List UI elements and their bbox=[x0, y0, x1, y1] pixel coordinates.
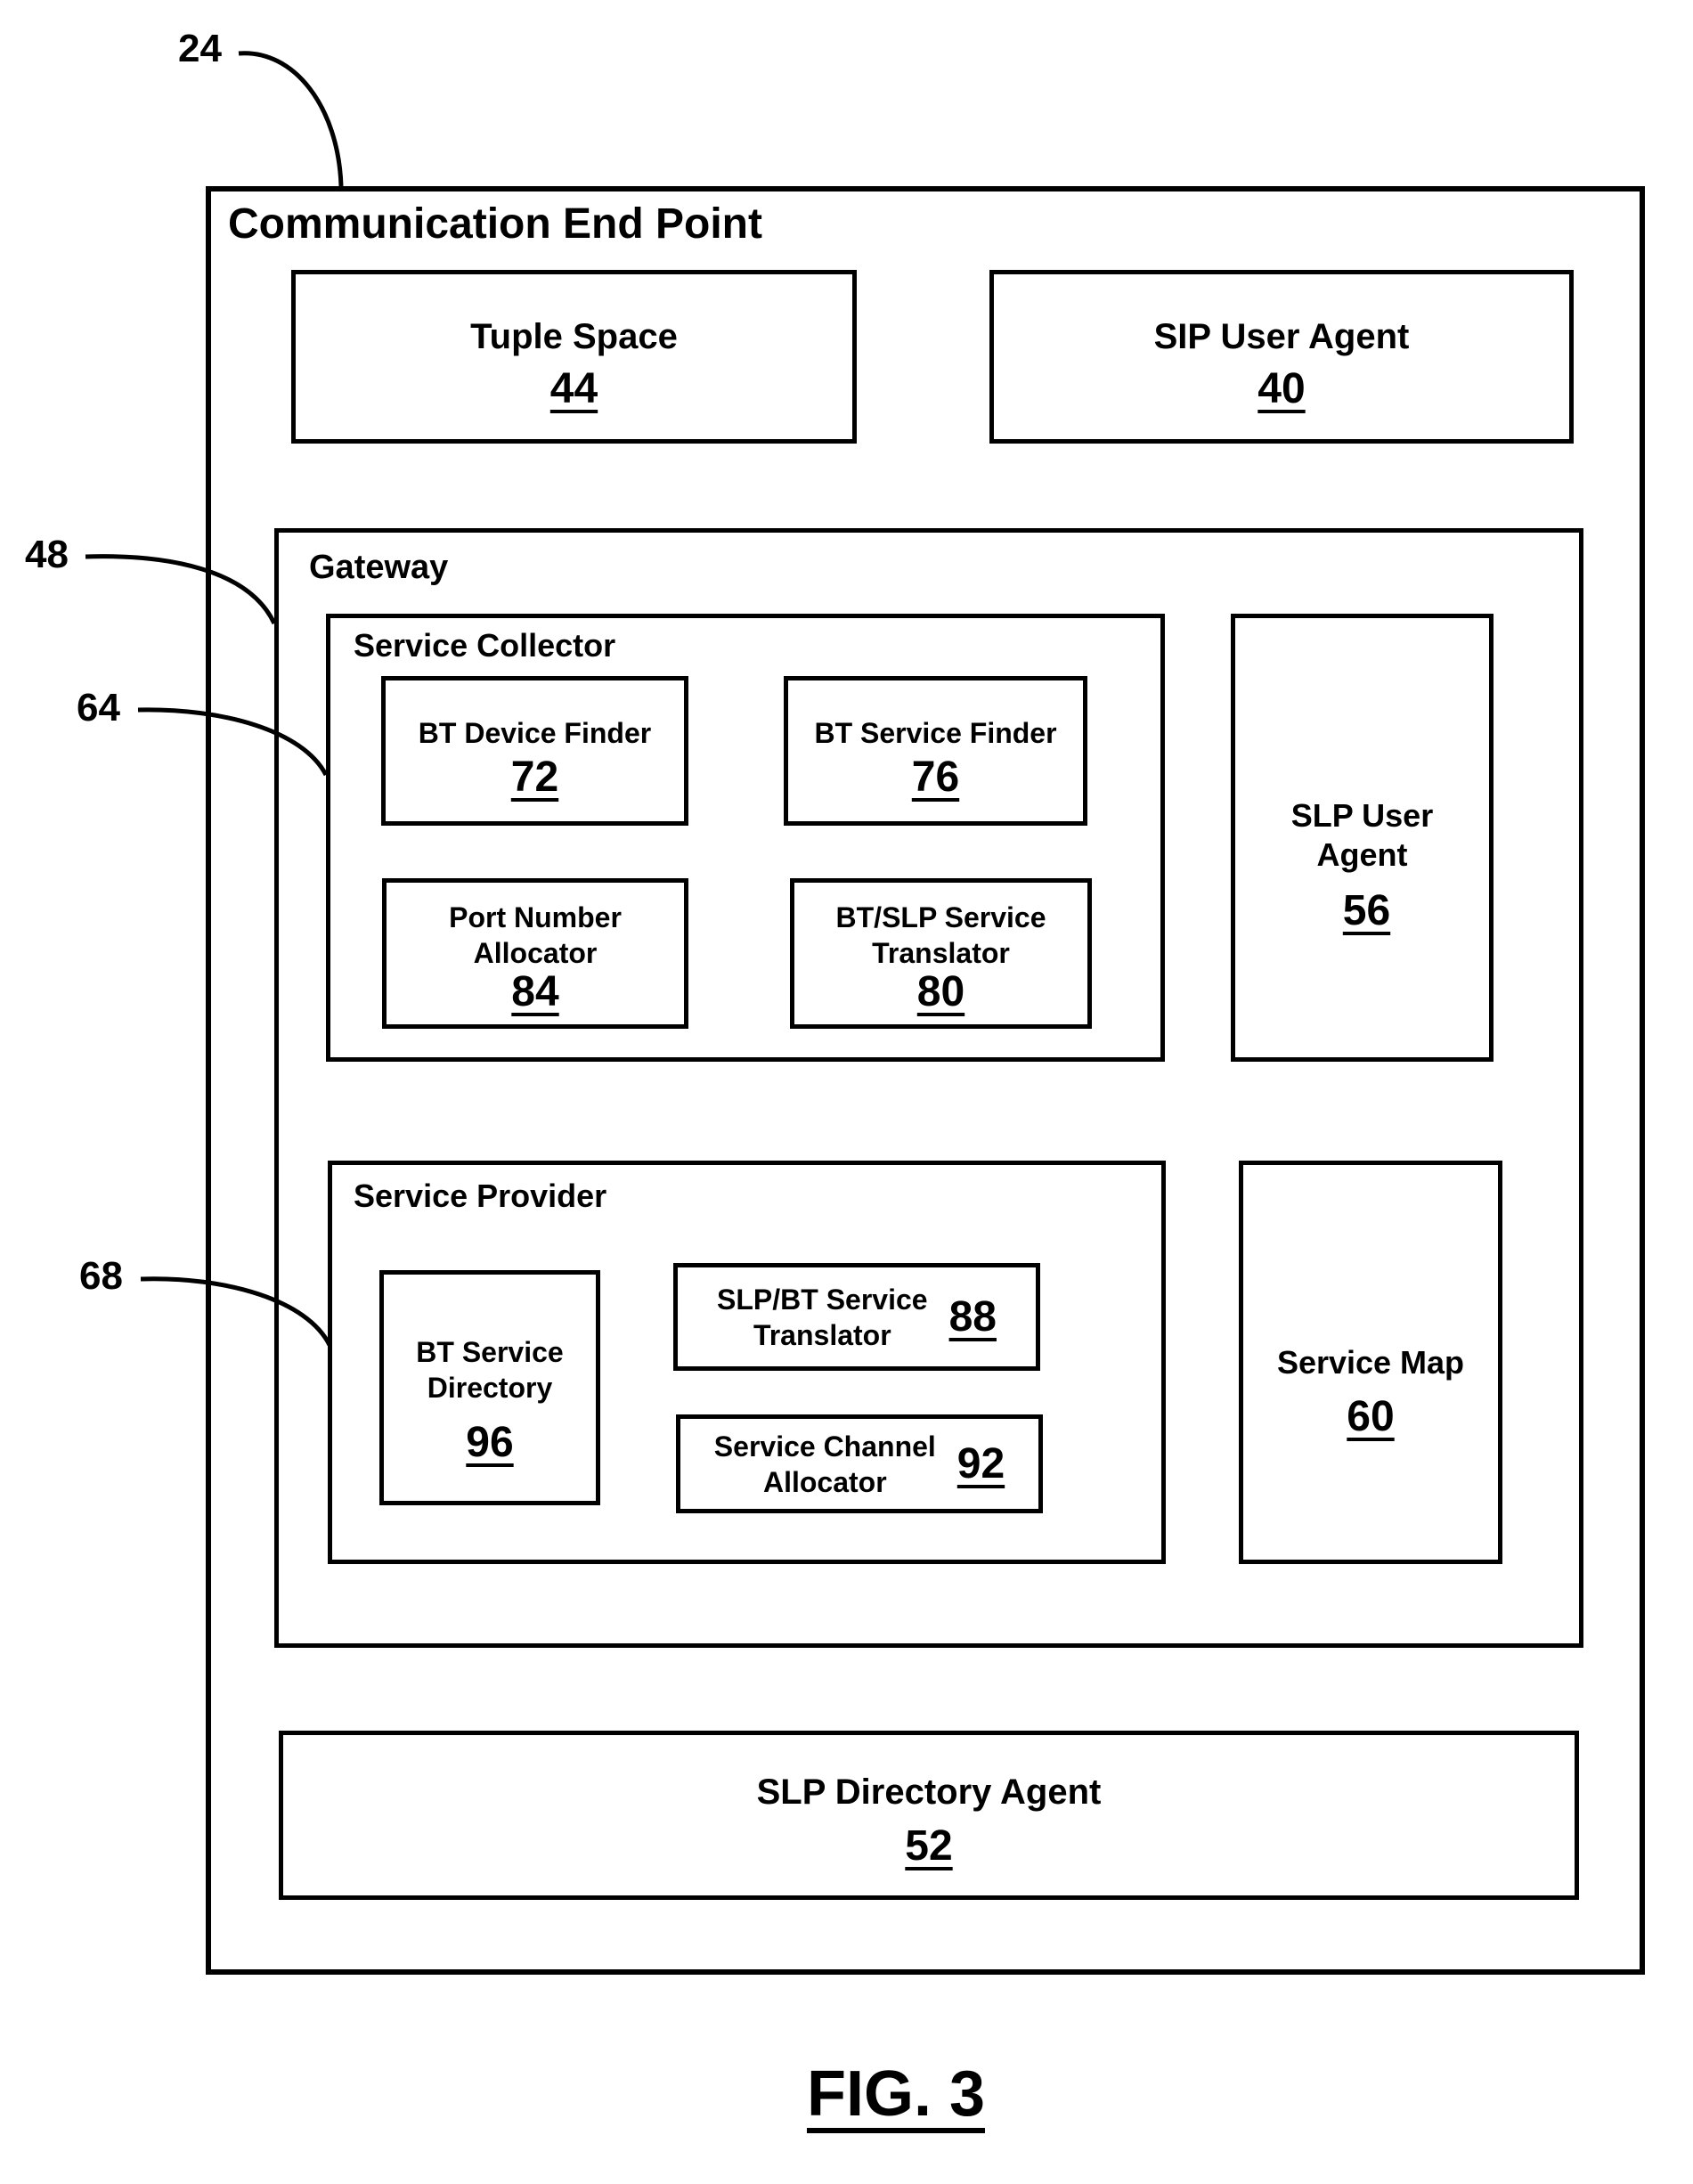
port-number-allocator-line1: Port Number bbox=[449, 901, 622, 933]
slp-bt-translator-box: SLP/BT Service Translator 88 bbox=[673, 1263, 1040, 1371]
service-channel-allocator-line2: Allocator bbox=[762, 1465, 887, 1498]
service-map-ref: 60 bbox=[1347, 1393, 1395, 1440]
bt-slp-translator-line2: Translator bbox=[872, 937, 1010, 969]
service-map-label: Service Map bbox=[1276, 1344, 1465, 1381]
bt-device-finder-ref: 72 bbox=[510, 754, 559, 801]
slp-bt-translator-line2: Translator bbox=[753, 1318, 891, 1351]
slp-user-agent-line1: SLP User bbox=[1290, 797, 1434, 834]
tuple-space-box: Tuple Space 44 bbox=[291, 270, 857, 444]
bt-device-finder-label: BT Device Finder bbox=[418, 717, 652, 749]
bt-service-directory-line2: Directory bbox=[427, 1372, 553, 1404]
bt-service-directory-ref: 96 bbox=[466, 1419, 514, 1466]
slp-bt-translator-line1: SLP/BT Service bbox=[717, 1283, 928, 1316]
bt-service-finder-ref: 76 bbox=[911, 754, 960, 801]
bt-slp-translator-ref: 80 bbox=[916, 968, 965, 1015]
figure-caption: FIG. 3 bbox=[806, 2058, 986, 2130]
bt-slp-translator-line1: BT/SLP Service bbox=[835, 901, 1046, 933]
slp-directory-agent-label: SLP Directory Agent bbox=[756, 1772, 1102, 1812]
service-provider-title: Service Provider bbox=[354, 1178, 607, 1214]
callout-68: 68 bbox=[79, 1254, 123, 1298]
slp-directory-agent-ref: 52 bbox=[905, 1822, 953, 1870]
slp-bt-translator-ref: 88 bbox=[948, 1293, 997, 1341]
sip-user-agent-box: SIP User Agent 40 bbox=[989, 270, 1574, 444]
gateway-title: Gateway bbox=[309, 549, 449, 586]
bt-device-finder-box: BT Device Finder 72 bbox=[381, 676, 688, 826]
callout-64: 64 bbox=[77, 686, 120, 729]
slp-user-agent-line2: Agent bbox=[1316, 836, 1408, 873]
port-number-allocator-line2: Allocator bbox=[473, 937, 598, 969]
communication-end-point-title: Communication End Point bbox=[228, 200, 762, 248]
slp-directory-agent-box: SLP Directory Agent 52 bbox=[279, 1731, 1579, 1900]
service-collector-title: Service Collector bbox=[354, 627, 616, 664]
bt-service-finder-box: BT Service Finder 76 bbox=[784, 676, 1087, 826]
service-channel-allocator-ref: 92 bbox=[956, 1440, 1005, 1487]
tuple-space-label: Tuple Space bbox=[470, 317, 678, 356]
port-number-allocator-ref: 84 bbox=[511, 968, 559, 1015]
tuple-space-ref: 44 bbox=[549, 365, 598, 412]
slp-user-agent-ref: 56 bbox=[1342, 887, 1391, 934]
callout-48: 48 bbox=[25, 533, 69, 576]
port-number-allocator-box: Port Number Allocator 84 bbox=[382, 878, 688, 1029]
service-map-box: Service Map 60 bbox=[1239, 1161, 1502, 1564]
bt-service-finder-label: BT Service Finder bbox=[814, 717, 1057, 749]
sip-user-agent-ref: 40 bbox=[1258, 365, 1306, 412]
leader-24 bbox=[238, 51, 344, 187]
sip-user-agent-label: SIP User Agent bbox=[1153, 317, 1410, 356]
service-channel-allocator-line1: Service Channel bbox=[713, 1430, 936, 1463]
callout-24: 24 bbox=[178, 27, 222, 70]
service-channel-allocator-box: Service Channel Allocator 92 bbox=[676, 1414, 1043, 1513]
bt-service-directory-line1: BT Service bbox=[416, 1336, 564, 1368]
bt-service-directory-box: BT Service Directory 96 bbox=[379, 1270, 600, 1505]
slp-user-agent-box: SLP User Agent 56 bbox=[1231, 614, 1494, 1062]
bt-slp-translator-box: BT/SLP Service Translator 80 bbox=[790, 878, 1092, 1029]
